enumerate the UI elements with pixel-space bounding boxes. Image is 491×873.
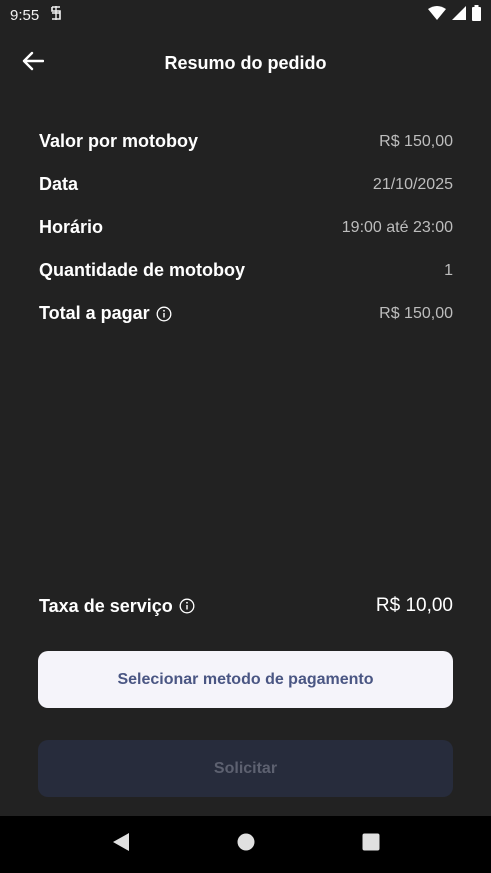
arrow-left-icon (22, 51, 45, 76)
row-label: Horário (39, 217, 104, 237)
home-circle-icon (237, 833, 255, 856)
nav-home-button[interactable] (226, 825, 266, 865)
row-label: Total a pagar (39, 303, 150, 323)
back-triangle-icon (112, 832, 130, 857)
app-bar: Resumo do pedido (0, 38, 491, 88)
row-label: Data (39, 174, 79, 194)
row-value: R$ 150,00 (379, 304, 453, 322)
summary-row-time: Horário 19:00 até 23:00 (39, 206, 453, 249)
status-left: 9:55 (10, 6, 63, 24)
request-button[interactable]: Solicitar (38, 740, 453, 797)
info-icon[interactable] (179, 598, 195, 614)
fee-label-group: Taxa de serviço (39, 596, 195, 617)
summary-row-date: Data 21/10/2025 (39, 163, 453, 206)
status-time: 9:55 (10, 6, 40, 24)
page-title: Resumo do pedido (164, 52, 327, 73)
row-value: 19:00 até 23:00 (341, 218, 453, 236)
notification-icon (49, 6, 63, 24)
order-summary-screen: 9:55 Resumo do pedido Valor por motoboy … (0, 0, 491, 873)
fee-value: R$ 10,00 (375, 595, 453, 616)
back-button[interactable] (18, 50, 48, 76)
total-label-group: Total a pagar (39, 303, 172, 324)
order-summary-list: Valor por motoboy R$ 150,00 Data 21/10/2… (39, 120, 453, 335)
info-icon[interactable] (156, 306, 172, 322)
row-value: 1 (444, 261, 453, 279)
select-payment-method-button[interactable]: Selecionar metodo de pagamento (38, 651, 453, 708)
recents-square-icon (362, 833, 380, 856)
summary-row-value-per-courier: Valor por motoboy R$ 150,00 (39, 120, 453, 163)
nav-recents-button[interactable] (351, 825, 391, 865)
row-value: R$ 150,00 (379, 132, 453, 150)
status-right (428, 4, 481, 26)
row-value: 21/10/2025 (372, 175, 453, 193)
row-label: Valor por motoboy (39, 131, 199, 151)
signal-icon (452, 5, 466, 25)
system-nav-bar (0, 816, 491, 873)
nav-back-button[interactable] (101, 825, 141, 865)
summary-row-total: Total a pagar R$ 150,00 (39, 292, 453, 335)
fee-label: Taxa de serviço (39, 595, 173, 616)
service-fee-row: Taxa de serviço R$ 10,00 (39, 586, 453, 626)
wifi-icon (428, 5, 446, 25)
summary-row-courier-quantity: Quantidade de motoboy 1 (39, 249, 453, 292)
row-label: Quantidade de motoboy (39, 260, 246, 280)
battery-icon (472, 4, 481, 26)
status-bar: 9:55 (0, 0, 491, 30)
